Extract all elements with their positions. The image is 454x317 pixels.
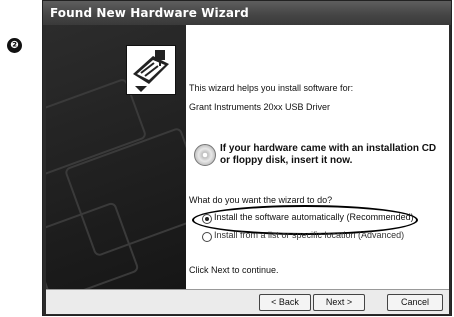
continue-instruction: Click Next to continue. [189,265,279,275]
wizard-window: Found New Hardware Wizard This wizard he… [42,0,452,316]
note-line-1: If your hardware came with an installati… [220,143,437,154]
note-line-2: or floppy disk, insert it now. [220,155,353,166]
intro-text: This wizard helps you install software f… [189,83,354,93]
wizard-side-panel [46,25,186,289]
insert-cd-note: If your hardware came with an installati… [220,143,436,167]
hardware-wizard-icon [126,45,176,95]
question-text: What do you want the wizard to do? [189,195,333,205]
cd-icon [194,144,216,166]
radio-button-advanced[interactable] [202,232,212,242]
option-label-automatic[interactable]: Install the software automatically (Reco… [214,212,414,222]
cancel-button[interactable]: Cancel [387,294,443,311]
next-button[interactable]: Next > [313,294,365,311]
button-bar: < Back Next > Cancel [46,289,449,314]
radio-button-automatic[interactable] [202,214,212,224]
window-title: Found New Hardware Wizard [50,6,249,20]
option-label-advanced[interactable]: Install from a list or specific location… [214,230,404,240]
wizard-content: This wizard helps you install software f… [186,25,449,289]
title-bar[interactable]: Found New Hardware Wizard [43,1,451,25]
back-button[interactable]: < Back [259,294,311,311]
step-number-badge: ❷ [7,38,22,53]
device-name: Grant Instruments 20xx USB Driver [189,102,331,112]
